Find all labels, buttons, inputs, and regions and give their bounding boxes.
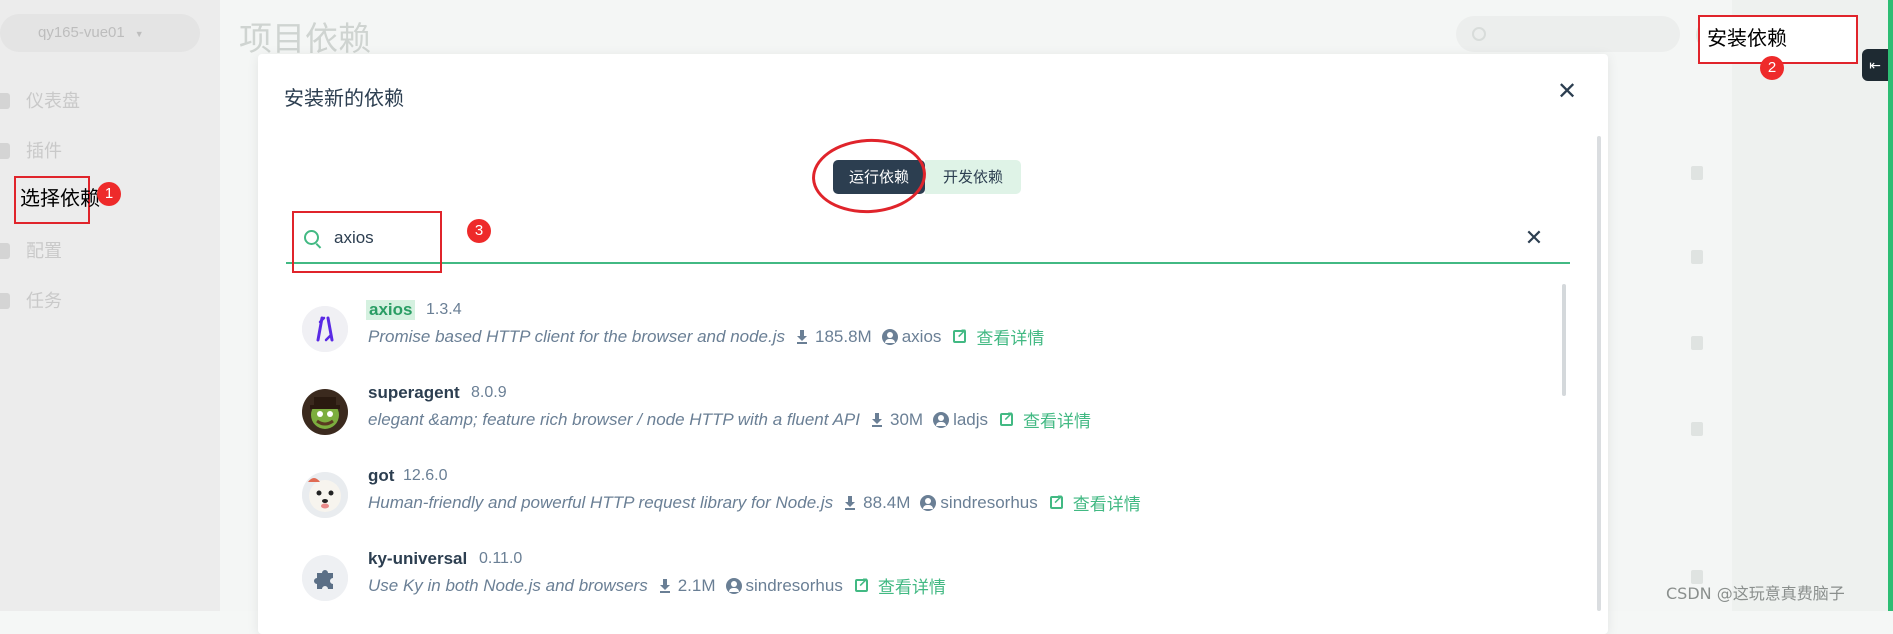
- view-details-link[interactable]: 查看详情: [976, 324, 1044, 349]
- results-scrollbar[interactable]: [1562, 284, 1566, 396]
- trash-icon[interactable]: [1691, 422, 1703, 436]
- project-selector[interactable]: qy165-vue01 ▼: [0, 14, 200, 52]
- chevron-down-icon: ▼: [134, 29, 144, 39]
- package-author: sindresorhus: [940, 492, 1038, 512]
- download-icon: [871, 412, 882, 427]
- tab-dev-dependencies[interactable]: 开发依赖: [925, 160, 1021, 194]
- close-icon[interactable]: ✕: [1553, 80, 1581, 104]
- download-count: 2.1M: [677, 575, 716, 595]
- annotation-label-2: 安装依赖: [1707, 26, 1787, 50]
- annotation-badge-3: 3: [467, 219, 491, 243]
- project-name: qy165-vue01: [38, 24, 125, 41]
- superagent-avatar-icon: [302, 389, 348, 435]
- dialog-title: 安装新的依赖: [284, 86, 404, 110]
- sidebar-item-plugins[interactable]: 插件: [0, 136, 200, 166]
- annotation-badge-1: 1: [97, 182, 121, 206]
- list-item[interactable]: got 12.6.0 Human-friendly and powerful H…: [300, 466, 1540, 536]
- trash-icon[interactable]: [1691, 336, 1703, 350]
- annotation-box-3: [292, 211, 442, 273]
- user-icon: [933, 411, 950, 428]
- download-icon: [659, 578, 670, 593]
- package-name: got: [368, 466, 395, 485]
- collapse-panel-button[interactable]: ⇤: [1862, 49, 1888, 81]
- sidebar-item-config[interactable]: 配置: [0, 236, 200, 266]
- trash-icon[interactable]: [1691, 250, 1703, 264]
- package-description: Use Ky in both Node.js and browsers: [368, 575, 648, 595]
- external-link-icon[interactable]: [953, 326, 967, 343]
- user-icon: [725, 577, 742, 594]
- right-panel: [1732, 0, 1890, 611]
- sidebar-item-dashboard[interactable]: 仪表盘: [0, 86, 200, 116]
- package-author: sindresorhus: [745, 575, 843, 595]
- list-item[interactable]: ky-universal 0.11.0 Use Ky in both Node.…: [300, 549, 1540, 619]
- trash-icon[interactable]: [1691, 166, 1703, 180]
- background-search-input[interactable]: [1456, 16, 1680, 52]
- clear-search-icon[interactable]: ✕: [1522, 224, 1546, 252]
- external-link-icon[interactable]: [854, 575, 869, 592]
- package-description: Human-friendly and powerful HTTP request…: [368, 492, 834, 512]
- package-version: 1.3.4: [426, 301, 462, 318]
- watermark: CSDN @这玩意真费脑子: [1666, 584, 1845, 603]
- dialog-scrollbar[interactable]: [1597, 136, 1601, 611]
- collapse-left-icon: ⇤: [1869, 57, 1881, 73]
- download-count: 88.4M: [863, 492, 911, 512]
- package-name: superagent: [368, 383, 460, 402]
- annotation-label-1: 选择依赖: [20, 186, 100, 210]
- dependency-search-input[interactable]: [334, 222, 1134, 254]
- page-title: 项目依赖: [239, 20, 371, 57]
- user-icon: [920, 494, 937, 511]
- external-link-icon[interactable]: [1049, 492, 1064, 509]
- package-author: ladjs: [953, 409, 989, 429]
- external-link-icon[interactable]: [1000, 409, 1014, 426]
- annotation-badge-2: 2: [1760, 56, 1784, 80]
- dog-avatar-icon: [302, 472, 348, 518]
- search-icon: [1472, 27, 1486, 41]
- package-version: 12.6.0: [403, 467, 448, 484]
- sidebar-item-tasks[interactable]: 任务: [0, 286, 200, 316]
- view-details-link[interactable]: 查看详情: [1023, 407, 1091, 432]
- download-count: 185.8M: [815, 326, 872, 346]
- package-name: axios: [366, 300, 416, 320]
- package-version: 8.0.9: [471, 384, 507, 401]
- puzzle-icon: [302, 555, 348, 601]
- download-count: 30M: [889, 409, 924, 429]
- download-icon: [845, 495, 856, 510]
- download-icon: [797, 329, 808, 344]
- package-version: 0.11.0: [479, 550, 523, 567]
- package-name: ky-universal: [368, 549, 468, 568]
- view-details-link[interactable]: 查看详情: [1073, 490, 1141, 515]
- package-author: axios: [901, 326, 942, 346]
- task-icon: [0, 293, 10, 309]
- accent-edge: [1888, 0, 1893, 611]
- package-description: elegant &amp; feature rich browser / nod…: [368, 409, 860, 429]
- user-icon: [881, 328, 898, 345]
- axios-logo-icon: [302, 306, 348, 352]
- gear-icon: [0, 243, 10, 259]
- package-description: Promise based HTTP client for the browse…: [368, 326, 786, 346]
- list-item[interactable]: axios 1.3.4 Promise based HTTP client fo…: [300, 300, 1540, 370]
- view-details-link[interactable]: 查看详情: [878, 573, 946, 598]
- dashboard-icon: [0, 93, 10, 109]
- list-item[interactable]: superagent 8.0.9 elegant &amp; feature r…: [300, 383, 1540, 453]
- puzzle-icon: [0, 143, 10, 159]
